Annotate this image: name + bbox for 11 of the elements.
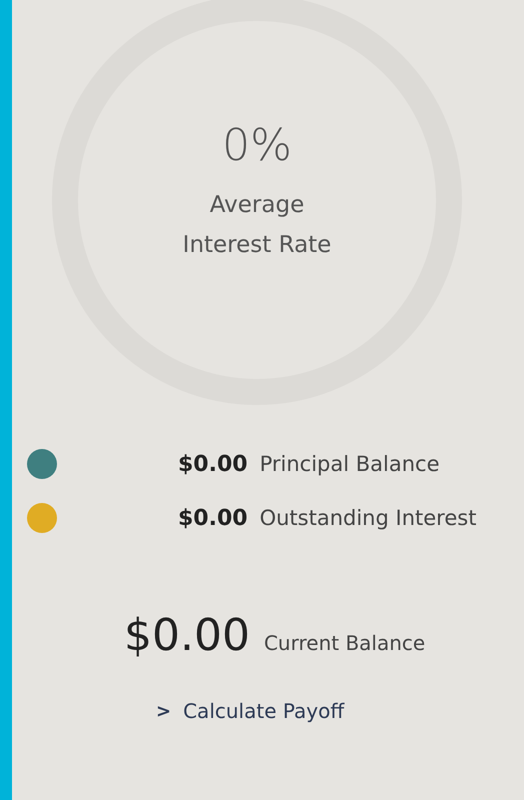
- current-balance-amount: $0.00: [124, 610, 250, 661]
- legend-label: Outstanding Interest: [260, 506, 476, 530]
- rate-label: Interest Rate: [182, 231, 332, 260]
- rate-label: Average: [210, 191, 304, 220]
- calculate-payoff-link[interactable]: Calculate Payoff: [183, 699, 344, 723]
- legend-label: Principal Balance: [260, 452, 440, 476]
- legend-amount: $0.00: [178, 506, 248, 530]
- rate-value: 0%: [222, 120, 292, 171]
- legend-amount: $0.00: [178, 452, 248, 476]
- current-balance-label: Current Balance: [264, 631, 426, 655]
- chevron-icon: >: [156, 700, 172, 722]
